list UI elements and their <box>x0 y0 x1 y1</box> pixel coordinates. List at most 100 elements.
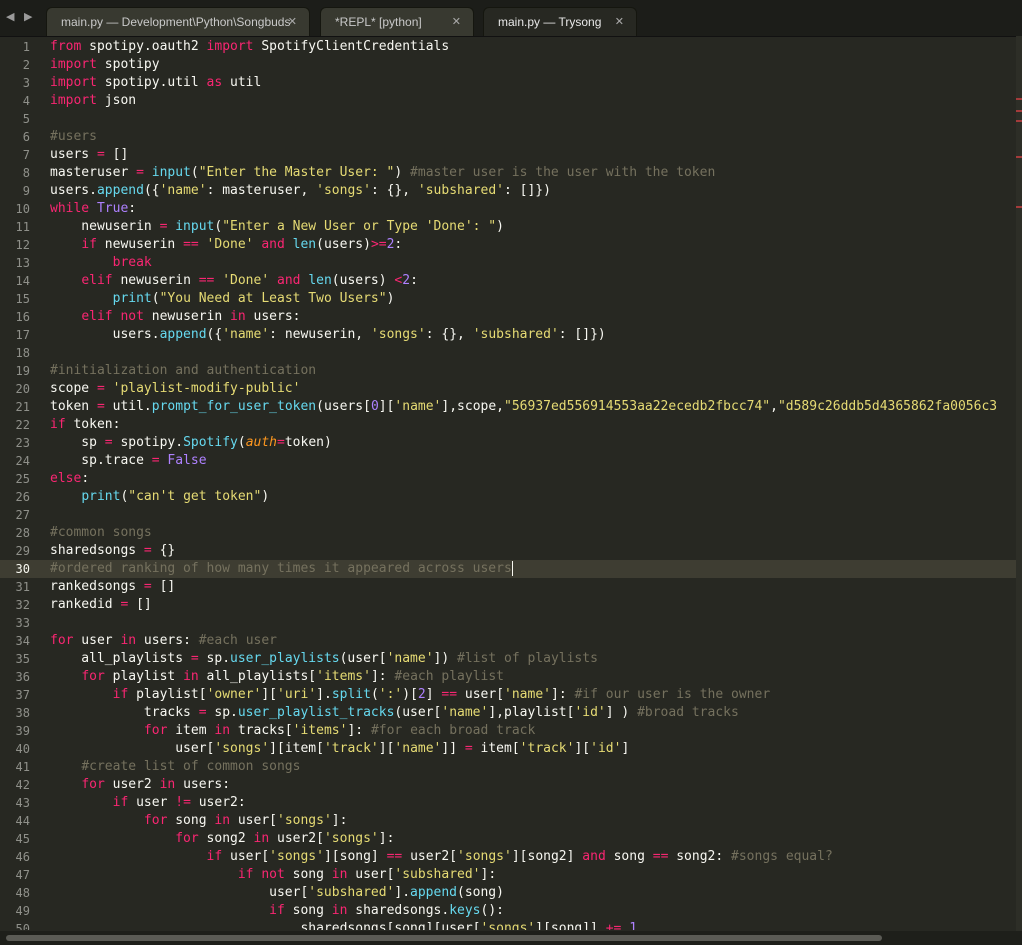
code-line[interactable]: 23 sp = spotipy.Spotify(auth=token) <box>0 434 1016 452</box>
tab-songbuds-main[interactable]: main.py — Development\Python\Songbuds ✕ <box>46 7 310 36</box>
code-token: token: <box>65 417 121 432</box>
code-token: user2 <box>104 777 160 792</box>
code-line[interactable]: 38 tracks = sp.user_playlist_tracks(user… <box>0 704 1016 722</box>
code-line[interactable]: 44 for song in user['songs']: <box>0 812 1016 830</box>
code-token: user[ <box>222 849 270 864</box>
code-token: #for each broad track <box>370 723 536 738</box>
code-line[interactable]: 31 rankedsongs = [] <box>0 578 1016 596</box>
code-line[interactable]: 16 elif not newuserin in users: <box>0 308 1016 326</box>
forward-arrow-icon[interactable]: ▶ <box>24 10 32 23</box>
code-line[interactable]: 50 sharedsongs[song][user['songs'][song]… <box>0 920 1016 930</box>
code-token: 'songs' <box>480 921 536 930</box>
code-line[interactable]: 3 import spotipy.util as util <box>0 74 1016 92</box>
code-line[interactable]: 1 from spotipy.oauth2 import SpotifyClien… <box>0 38 1016 56</box>
code-token: : <box>394 237 403 252</box>
tab-trysong-main[interactable]: main.py — Trysong ✕ <box>483 7 637 36</box>
code-line[interactable]: 49 if song in sharedsongs.keys(): <box>0 902 1016 920</box>
horizontal-scrollbar[interactable] <box>0 931 1022 945</box>
code-token: newuserin <box>143 309 231 324</box>
code-line[interactable]: 35 all_playlists = sp.user_playlists(use… <box>0 650 1016 668</box>
code-line[interactable]: 24 sp.trace = False <box>0 452 1016 470</box>
line-number: 10 <box>15 202 30 216</box>
text-cursor <box>511 561 513 576</box>
code-line[interactable]: 45 for song2 in user2['songs']: <box>0 830 1016 848</box>
tab-repl-python[interactable]: *REPL* [python] ✕ <box>320 7 474 36</box>
code-text: scope = 'playlist-modify-public' <box>50 380 300 398</box>
code-line[interactable]: 8 masteruser = input("Enter the Master Us… <box>0 164 1016 182</box>
code-token: ]: <box>331 813 348 828</box>
code-text: sp.trace = False <box>50 452 206 470</box>
code-line[interactable]: 2 import spotipy <box>0 56 1016 74</box>
code-token: != <box>175 795 191 810</box>
minimap[interactable] <box>1016 36 1022 931</box>
code-line[interactable]: 7 users = [] <box>0 146 1016 164</box>
code-token: users: <box>245 309 301 324</box>
code-line[interactable]: 37 if playlist['owner']['uri'].split(':'… <box>0 686 1016 704</box>
code-line[interactable]: 5 <box>0 110 1016 128</box>
code-token: if <box>50 417 66 432</box>
code-token: ]: <box>347 723 371 738</box>
code-token: song <box>284 867 332 882</box>
code-token: input <box>151 165 191 180</box>
code-line[interactable]: 34 for user in users: #each user <box>0 632 1016 650</box>
code-line[interactable]: 13 break <box>0 254 1016 272</box>
code-line[interactable]: 17 users.append({'name': newuserin, 'son… <box>0 326 1016 344</box>
code-line[interactable]: 32 rankedid = [] <box>0 596 1016 614</box>
line-number: 47 <box>15 868 30 882</box>
code-line[interactable]: 11 newuserin = input("Enter a New User o… <box>0 218 1016 236</box>
code-line[interactable]: 46 if user['songs'][song] == user2['song… <box>0 848 1016 866</box>
code-token: in <box>253 831 270 846</box>
code-line[interactable]: 18 <box>0 344 1016 362</box>
code-line[interactable]: 39 for item in tracks['items']: #for eac… <box>0 722 1016 740</box>
close-icon[interactable]: ✕ <box>615 8 624 37</box>
code-line[interactable]: 43 if user != user2: <box>0 794 1016 812</box>
code-token: [] <box>128 597 152 612</box>
code-token: 'subshared' <box>472 327 559 342</box>
code-editor[interactable]: 1 from spotipy.oauth2 import SpotifyClien… <box>0 38 1016 930</box>
code-token: if <box>269 903 285 918</box>
line-number: 44 <box>15 814 30 828</box>
close-icon[interactable]: ✕ <box>452 8 461 37</box>
code-line[interactable]: 10 while True: <box>0 200 1016 218</box>
code-line[interactable]: 28 #common songs <box>0 524 1016 542</box>
code-line[interactable]: 4 import json <box>0 92 1016 110</box>
editor-window: ◀ ▶ main.py — Development\Python\Songbud… <box>0 0 1022 945</box>
code-line[interactable]: 30 #ordered ranking of how many times it … <box>0 560 1016 578</box>
code-token: = <box>198 705 207 720</box>
code-token: import <box>50 93 97 108</box>
code-line[interactable]: 40 user['songs'][item['track']['name']] … <box>0 740 1016 758</box>
code-line[interactable]: 41 #create list of common songs <box>0 758 1016 776</box>
code-line[interactable]: 15 print("You Need at Least Two Users") <box>0 290 1016 308</box>
code-line[interactable]: 19 #initialization and authentication <box>0 362 1016 380</box>
code-line[interactable]: 21 token = util.prompt_for_user_token(use… <box>0 398 1016 416</box>
code-line[interactable]: 47 if not song in user['subshared']: <box>0 866 1016 884</box>
code-line[interactable]: 48 user['subshared'].append(song) <box>0 884 1016 902</box>
code-line[interactable]: 36 for playlist in all_playlists['items'… <box>0 668 1016 686</box>
code-line[interactable]: 33 <box>0 614 1016 632</box>
code-line[interactable]: 9 users.append({'name': masteruser, 'song… <box>0 182 1016 200</box>
back-arrow-icon[interactable]: ◀ <box>6 10 14 23</box>
code-token: : <box>81 471 90 486</box>
code-line[interactable]: 42 for user2 in users: <box>0 776 1016 794</box>
code-line[interactable]: 25 else: <box>0 470 1016 488</box>
scrollbar-thumb[interactable] <box>6 935 882 941</box>
code-token: ]. <box>394 885 411 900</box>
code-line[interactable]: 29 sharedsongs = {} <box>0 542 1016 560</box>
code-line[interactable]: 27 <box>0 506 1016 524</box>
code-line[interactable]: 12 if newuserin == 'Done' and len(users)… <box>0 236 1016 254</box>
code-token: spotipy.util <box>96 75 207 90</box>
code-line[interactable]: 6 #users <box>0 128 1016 146</box>
close-icon[interactable]: ✕ <box>288 8 297 37</box>
code-token: ]: <box>370 669 395 684</box>
code-line[interactable]: 26 print("can't get token") <box>0 488 1016 506</box>
code-token: ]: <box>378 831 395 846</box>
code-line[interactable]: 22 if token: <box>0 416 1016 434</box>
code-token: in <box>331 903 348 918</box>
code-token: user[ <box>230 813 277 828</box>
code-line[interactable]: 20 scope = 'playlist-modify-public' <box>0 380 1016 398</box>
code-line[interactable]: 14 elif newuserin == 'Done' and len(user… <box>0 272 1016 290</box>
code-token: if <box>206 849 223 864</box>
